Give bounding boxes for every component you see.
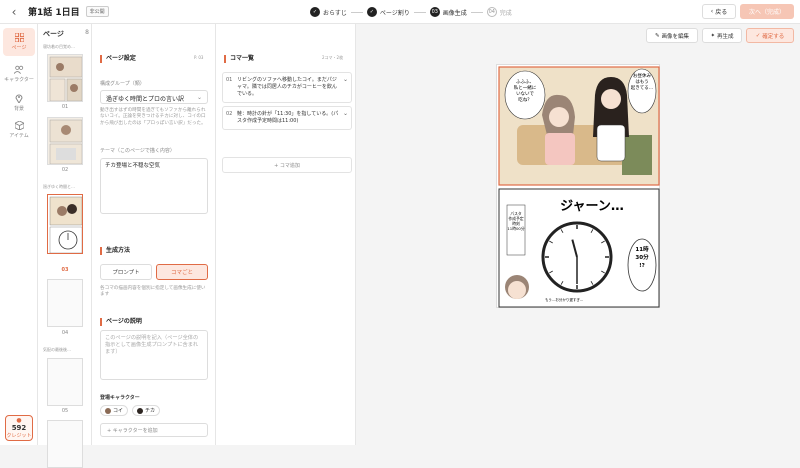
step-divider [350,11,363,13]
panel-list-title: コマ一覧 [224,55,254,63]
char-chip-koi[interactable]: コイ [100,405,129,416]
back-chevron-icon[interactable]: ‹ [4,5,24,19]
page-num: 04 [61,330,69,336]
left-nav: ページ キャラクター 背景 アイテム ● 592 クレジット [0,24,38,445]
panel-meta: 2コマ・2枚 [322,55,344,60]
people-icon [14,65,24,74]
add-character-button[interactable]: + キャラクターを追加 [100,423,208,437]
chevron-down-icon[interactable]: ⌄ [343,76,348,83]
page-list-header: ページ 8 [43,29,89,38]
credit-balance[interactable]: ● 592 クレジット [5,415,33,441]
page-num: 05 [61,408,69,414]
chevron-down-icon: ⌄ [196,94,202,101]
box-icon [14,121,24,130]
desc-title: ページの説明 [100,318,142,326]
group-description: 動き出すはずの時間を過ぎてもソファから離れられないコイ。正論を突きつけるチカに対… [100,108,206,126]
coin-icon: ● [16,417,22,424]
page-num: 02 [61,167,69,173]
progress-stepper: ✓ おらすじ ✓ ページ割り 03 画像生成 04 完成 [310,4,512,20]
page-desc-textarea[interactable]: このページの説明を記入（ページ全体の指示として画像生成プロンプトに含まれます） [100,330,208,380]
pencil-icon: ✎ [654,32,660,39]
sfx-text: ジャーン… [560,199,624,214]
theme-textarea[interactable]: チカ登場と不穏な空気 [100,158,208,214]
edit-image-button[interactable]: ✎ 画像を編集 [646,28,698,43]
char-chips: コイ チカ [100,405,161,416]
thumb-image [48,55,82,101]
page-thumb-05[interactable] [47,358,83,406]
avatar [137,407,144,414]
method-title: 生成方法 [100,247,130,255]
page-group-label: 寝坊着の目覚め… [43,44,75,49]
page-thumb-04[interactable] [47,279,83,327]
group-label: 構成グループ（類） [100,81,145,87]
page-group-label: 気配の最後後… [43,347,71,352]
grid-icon [14,33,24,42]
panel-item-01[interactable]: 01 リビングのソファへ移動したコイ。まだパジャマ。隣では同居人のチカがコーヒー… [222,72,352,103]
panel-list: コマ一覧 2コマ・2枚 01 リビングのソファへ移動したコイ。まだパジャマ。隣で… [216,24,356,445]
theme-label: テーマ（このページで描く内容） [100,148,175,154]
page-thumb-03[interactable] [47,194,83,254]
method-prompt-option[interactable]: プロンプト [100,264,152,280]
page-settings-title: ページ設定 [100,55,136,63]
avatar [105,407,111,414]
nav-items[interactable]: アイテム [3,116,35,144]
page-num: 01 [61,104,69,110]
page-settings-panel: ページ設定 P. 03 構成グループ（類） 過ぎゆく時間とプロの言い訳 ⌄ 動き… [92,24,216,445]
page-list: ページ 8 寝坊着の目覚め… 01 02 過ぎゆく時間と… 03 04 気配の最… [38,24,92,468]
small-text: もう…お分かり遅すぎ… [545,297,584,302]
visibility-badge: 非公開 [85,6,109,17]
method-toggle: プロンプト コマごと [100,264,208,280]
step-divider [413,11,426,13]
pin-icon [15,94,23,103]
check-icon: ✓ [755,32,761,39]
episode-title: 第1話 1日目 [28,8,80,18]
step-image-gen[interactable]: 03 画像生成 [429,7,467,17]
method-per-panel-option[interactable]: コマごと [156,264,208,280]
sparkle-icon: ✦ [710,32,716,39]
chevron-down-icon[interactable]: ⌄ [343,110,348,117]
page-thumb-02[interactable] [47,117,83,165]
add-panel-button[interactable]: + コマ追加 [222,157,352,173]
next-complete-button[interactable]: 次へ（完成） [740,4,794,19]
chevron-left-icon: ‹ [710,8,714,15]
thumb-image [48,118,82,164]
nav-backgrounds[interactable]: 背景 [3,88,35,116]
page-thumb-06[interactable] [47,420,83,468]
nav-pages[interactable]: ページ [3,28,35,56]
step-divider [470,11,483,13]
regenerate-button[interactable]: ✦ 再生成 [702,28,742,43]
confirm-button[interactable]: ✓ 確定する [746,28,794,43]
panel-item-02[interactable]: 02 鮭：時計の針が「11:30」を指している。(パスタ作成予定時間は11:00… [222,106,352,130]
manga-page-preview[interactable]: ふふふ、私と一緒にいないで吃ね？ お昼休みはもう起きてる… ジャーン… パスタ作… [496,64,660,308]
page-group-label: 過ぎゆく時間と… [43,184,75,189]
group-select[interactable]: 過ぎゆく時間とプロの言い訳 ⌄ [100,90,208,104]
step-complete[interactable]: 04 完成 [486,7,512,17]
method-hint: 各コマの描画内容を個別に指定して画像生成に使います [100,286,206,298]
page-num: 03 [61,267,69,273]
page-thumb-01[interactable] [47,54,83,102]
step-page-split[interactable]: ✓ ページ割り [366,7,410,17]
thumb-image [48,195,82,253]
back-button[interactable]: ‹ 戻る [702,4,736,19]
char-chip-chika[interactable]: チカ [132,405,161,416]
canvas-area: ✎ 画像を編集 ✦ 再生成 ✓ 確定する ふふふ、私と一緒にいないで吃ね？ お昼休みは… [356,24,800,445]
chars-title: 登場キャラクター [100,395,140,401]
step-synopsis[interactable]: ✓ おらすじ [310,7,347,17]
manga-illustration: ふふふ、私と一緒にいないで吃ね？ お昼休みはもう起きてる… ジャーン… パスタ作… [498,66,660,308]
nav-characters[interactable]: キャラクター [3,60,35,88]
page-ref: P. 03 [194,55,204,60]
